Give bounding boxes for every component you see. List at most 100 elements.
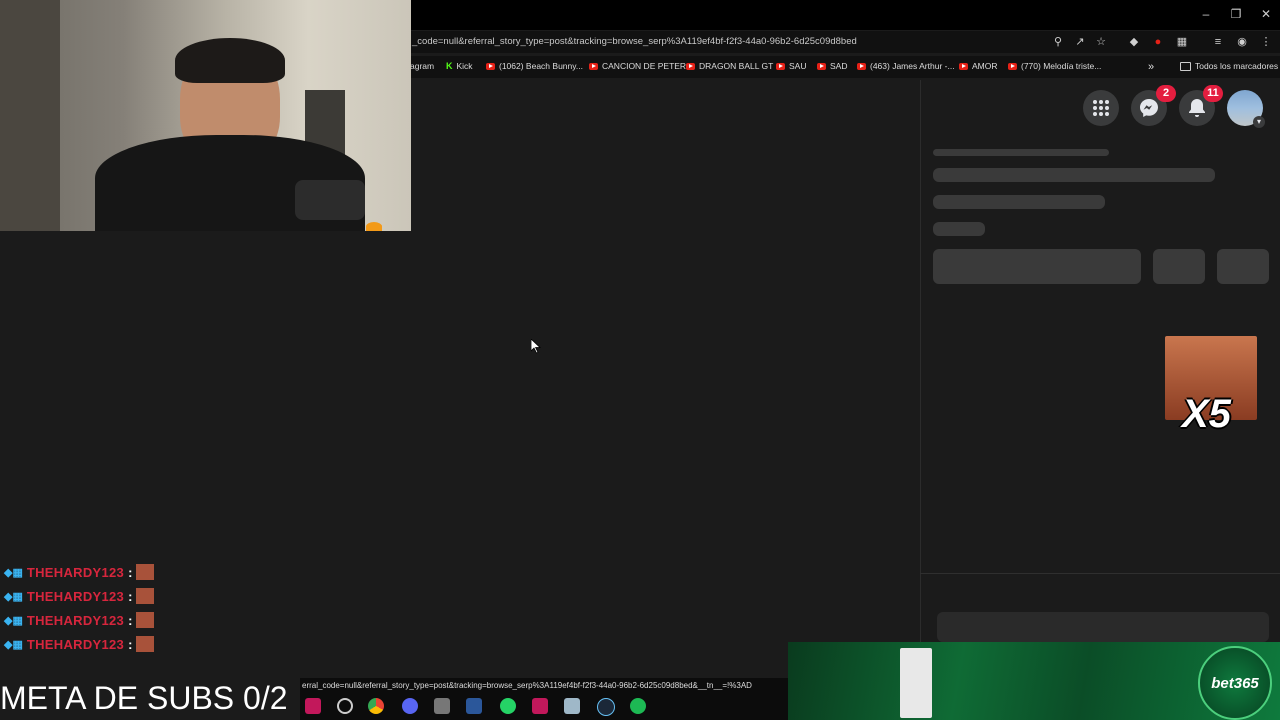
share-icon[interactable]: ↗	[1072, 34, 1088, 50]
app-icon-pink[interactable]	[305, 698, 321, 714]
bookmark-label: Kick	[456, 61, 473, 71]
chat-separator: :	[128, 636, 133, 652]
chat-username: THEHARDY123	[26, 636, 125, 652]
youtube-icon	[817, 62, 826, 70]
bookmark-sad[interactable]: SAD	[817, 61, 847, 71]
loading-skeleton-button	[933, 249, 1141, 284]
chat-badge-icon: ◆▦	[4, 566, 23, 579]
profile-icon[interactable]: ◉	[1234, 34, 1250, 50]
chat-message: ◆▦ THEHARDY123 :	[4, 636, 155, 652]
youtube-icon	[857, 62, 866, 70]
discord-icon[interactable]	[402, 698, 418, 714]
bookmark-melodia[interactable]: (770) Melodía triste...	[1008, 61, 1101, 71]
chat-separator: :	[128, 588, 133, 604]
bet365-logo: bet365	[1198, 646, 1272, 720]
microphone	[295, 180, 365, 220]
chevrons-icon: »	[1148, 61, 1155, 73]
chat-message: ◆▦ THEHARDY123 :	[4, 564, 155, 580]
bookmark-instagram[interactable]: agram	[410, 61, 434, 71]
divider	[920, 573, 1280, 574]
chat-separator: :	[128, 564, 133, 580]
bookmark-amor[interactable]: AMOR	[959, 61, 998, 71]
messenger-badge: 2	[1156, 85, 1176, 102]
youtube-icon	[776, 62, 785, 70]
loading-skeleton	[937, 612, 1269, 642]
extension-diamond-icon[interactable]: ◆	[1126, 34, 1142, 50]
webcam-background	[0, 0, 60, 231]
spotify-icon[interactable]	[630, 698, 646, 714]
chat-badge-icon: ◆▦	[4, 590, 23, 603]
youtube-icon	[1008, 62, 1017, 70]
whatsapp-icon[interactable]	[500, 698, 516, 714]
chat-emote	[136, 564, 155, 580]
chat-emote	[136, 588, 155, 604]
loading-skeleton	[933, 195, 1105, 209]
chevron-down-icon[interactable]: ▾	[1253, 116, 1265, 128]
bet365-ad-banner[interactable]: bet365	[788, 642, 1280, 720]
grid-icon	[1093, 100, 1109, 116]
subs-goal-text: META DE SUBS 0/2	[0, 680, 288, 716]
chat-emote	[136, 612, 155, 628]
zoom-icon[interactable]: ⚲	[1050, 34, 1066, 50]
notifications-badge: 11	[1203, 85, 1223, 102]
bookmark-dragon-ball[interactable]: DRAGON BALL GT	[686, 61, 773, 71]
chat-username: THEHARDY123	[26, 588, 125, 604]
extensions-icon[interactable]: ▦	[1174, 34, 1190, 50]
loading-skeleton	[933, 149, 1109, 156]
all-bookmarks-label: Todos los marcadores	[1195, 61, 1279, 71]
loading-skeleton-button	[1217, 249, 1269, 284]
chrome-icon[interactable]	[368, 698, 384, 714]
emote-multiplier: X5	[1182, 392, 1231, 436]
extension-red-icon[interactable]: ●	[1150, 34, 1166, 50]
bookmark-label: (770) Melodía triste...	[1021, 61, 1102, 71]
bet365-logo-text: bet365	[1211, 674, 1259, 692]
loading-skeleton-button	[1153, 249, 1205, 284]
all-bookmarks-button[interactable]: Todos los marcadores	[1180, 61, 1278, 71]
webcam-feed	[0, 0, 411, 231]
bookmark-james-arthur[interactable]: (463) James Arthur -...	[857, 61, 955, 71]
youtube-icon	[589, 62, 598, 70]
word-icon[interactable]	[466, 698, 482, 714]
star-icon[interactable]: ☆	[1093, 34, 1109, 50]
close-icon[interactable]: ✕	[1256, 6, 1276, 22]
messenger-icon	[1140, 99, 1158, 117]
media-control-icon[interactable]: ≡	[1210, 34, 1226, 50]
menu-grid-button[interactable]	[1083, 90, 1119, 126]
bookmark-kick[interactable]: K Kick	[446, 61, 473, 71]
bell-icon	[1189, 99, 1205, 117]
address-url[interactable]: _code=null&referral_story_type=post&trac…	[412, 36, 857, 47]
obs-icon[interactable]	[337, 698, 353, 714]
streamer-hair	[175, 38, 285, 83]
calculator-icon[interactable]	[434, 698, 450, 714]
bookmark-label: agram	[410, 61, 435, 71]
youtube-icon	[959, 62, 968, 70]
bookmark-label: DRAGON BALL GT	[699, 61, 774, 71]
ad-card-graphic	[900, 648, 932, 718]
chat-emote	[136, 636, 155, 652]
bookmark-beach-bunny[interactable]: (1062) Beach Bunny...	[486, 61, 583, 71]
chat-username: THEHARDY123	[26, 564, 125, 580]
app-icon-pink-2[interactable]	[532, 698, 548, 714]
chat-badge-icon: ◆▦	[4, 638, 23, 651]
menu-icon[interactable]: ⋮	[1258, 34, 1274, 50]
bookmark-label: SAD	[830, 61, 848, 71]
bookmark-cancion-peter[interactable]: CANCION DE PETER	[589, 61, 686, 71]
minimize-icon[interactable]: –	[1196, 6, 1216, 22]
chat-message: ◆▦ THEHARDY123 :	[4, 588, 155, 604]
app-icon-light[interactable]	[564, 698, 580, 714]
restore-icon[interactable]: ❐	[1226, 6, 1246, 22]
chat-separator: :	[128, 612, 133, 628]
orange-object	[366, 222, 382, 231]
steam-icon[interactable]	[597, 698, 615, 716]
loading-skeleton	[933, 168, 1215, 182]
bookmark-label: SAU	[789, 61, 807, 71]
youtube-icon	[486, 62, 495, 70]
bookmark-sau[interactable]: SAU	[776, 61, 806, 71]
bookmark-label: (1062) Beach Bunny...	[499, 61, 583, 71]
chat-username: THEHARDY123	[26, 612, 125, 628]
bookmark-label: (463) James Arthur -...	[870, 61, 955, 71]
bookmark-label: AMOR	[972, 61, 998, 71]
youtube-icon	[686, 62, 695, 70]
bookmarks-overflow-button[interactable]: »	[1148, 61, 1154, 73]
chat-message: ◆▦ THEHARDY123 :	[4, 612, 155, 628]
